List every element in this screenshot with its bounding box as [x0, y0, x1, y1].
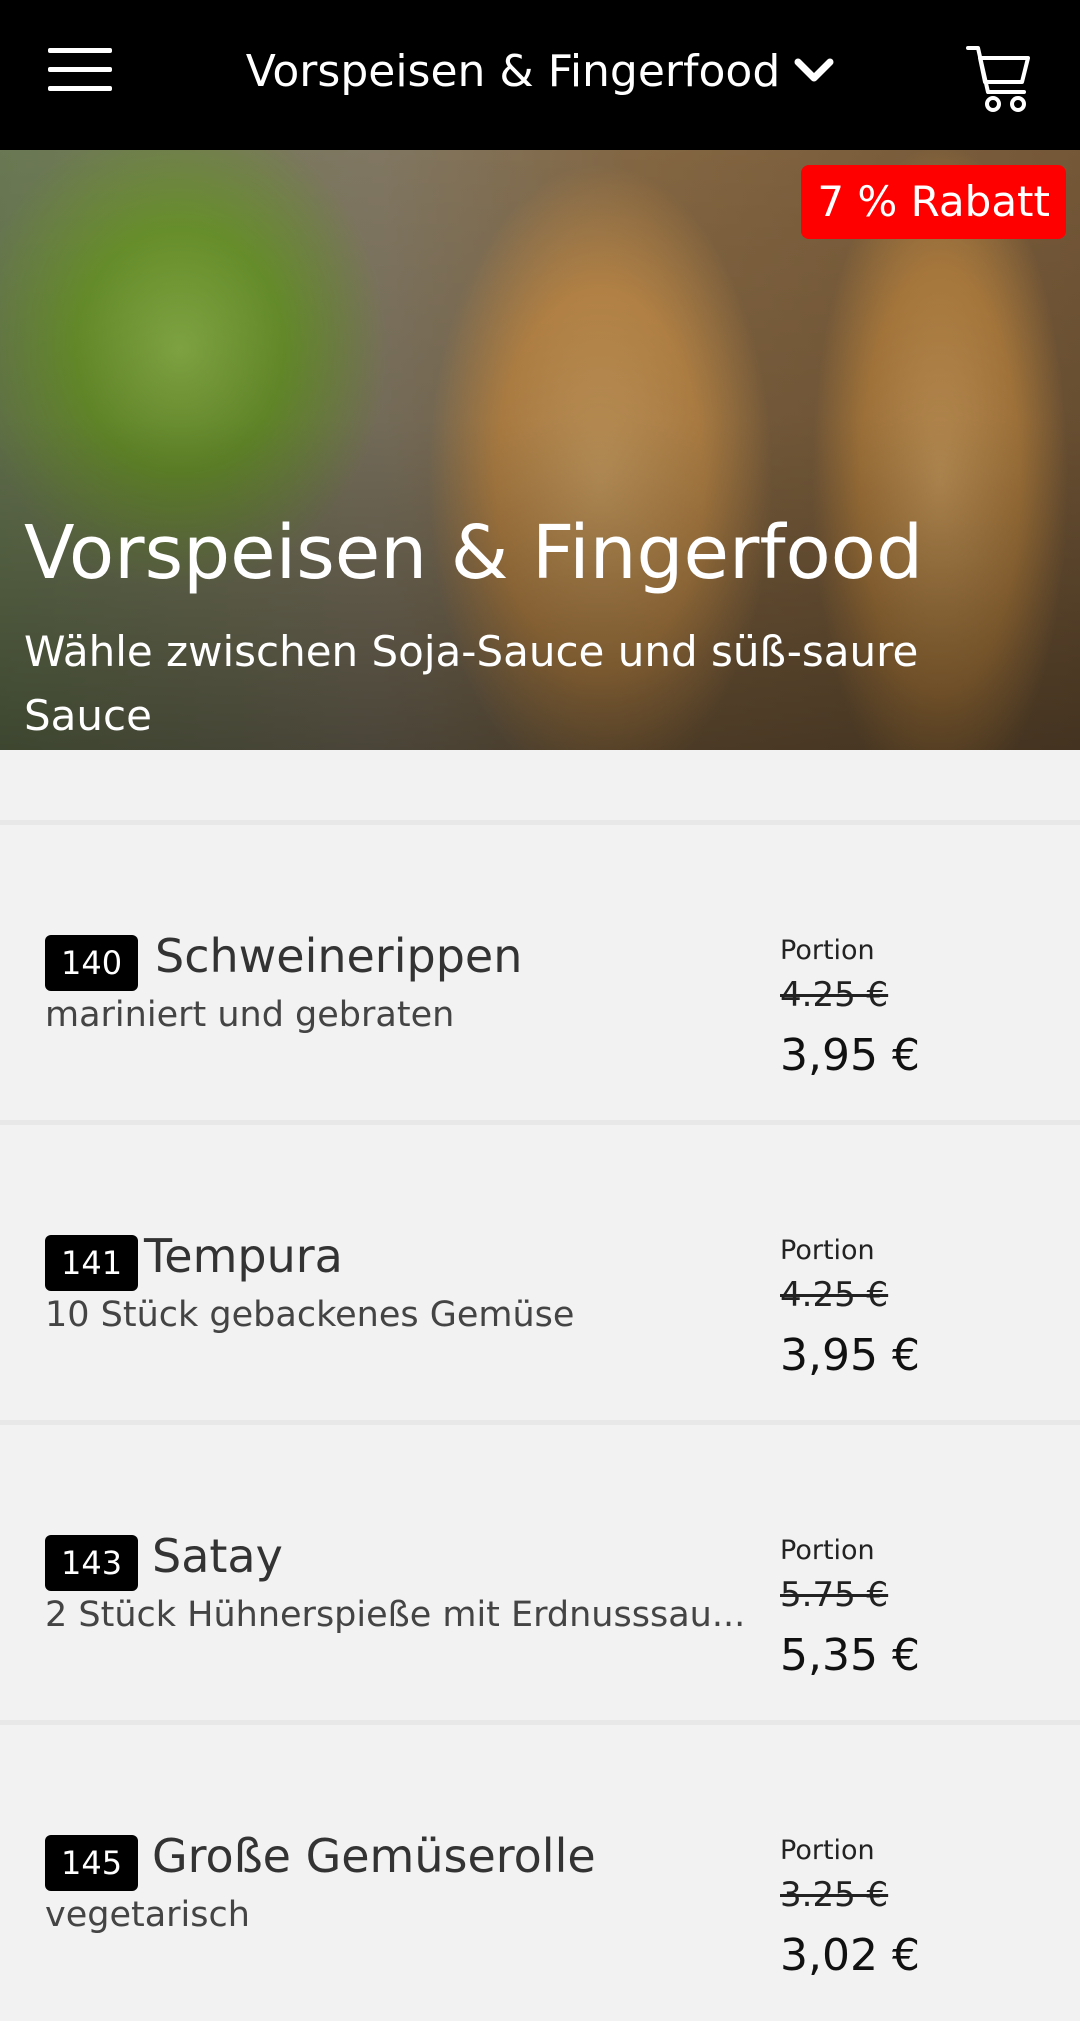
- portion-label: Portion: [780, 1535, 875, 1566]
- category-dropdown[interactable]: Vorspeisen & Fingerfood: [230, 36, 850, 106]
- chevron-down-icon: [794, 58, 834, 82]
- discount-badge: 7 % Rabatt: [801, 165, 1066, 239]
- discounted-price: 5,35 €: [780, 1630, 920, 1681]
- item-number-badge: 140: [45, 935, 139, 991]
- item-name: Tempura: [144, 1229, 343, 1283]
- shopping-cart-icon-graphic: [966, 46, 1030, 112]
- original-price: 4.25 €: [780, 975, 889, 1015]
- portion-label: Portion: [780, 935, 875, 966]
- item-description: vegetarisch: [45, 1895, 250, 1935]
- menu-item[interactable]: 140 Schweinerippen mariniert und gebrate…: [0, 820, 1080, 1121]
- original-price: 4.25 €: [780, 1275, 889, 1315]
- discounted-price: 3,95 €: [780, 1030, 920, 1081]
- portion-label: Portion: [780, 1835, 875, 1866]
- app-header: Vorspeisen & Fingerfood: [0, 0, 1080, 150]
- menu-item[interactable]: 141 Tempura 10 Stück gebackenes Gemüse P…: [0, 1120, 1080, 1421]
- item-description: 10 Stück gebackenes Gemüse: [45, 1295, 575, 1335]
- discounted-price: 3,02 €: [780, 1930, 920, 1981]
- item-number-badge: 141: [45, 1235, 139, 1291]
- item-description: mariniert und gebraten: [45, 995, 455, 1035]
- portion-label: Portion: [780, 1235, 875, 1266]
- menu-line: [48, 48, 112, 53]
- menu-line: [48, 67, 112, 72]
- menu-line: [48, 86, 112, 91]
- hamburger-menu-icon[interactable]: [48, 48, 112, 92]
- original-price: 5.75 €: [780, 1575, 889, 1615]
- discounted-price: 3,95 €: [780, 1330, 920, 1381]
- item-number-badge: 145: [45, 1835, 139, 1891]
- item-name: Große Gemüserolle: [152, 1829, 596, 1883]
- menu-item[interactable]: 145 Große Gemüserolle vegetarisch Portio…: [0, 1720, 1080, 2021]
- item-name: Schweinerippen: [155, 929, 523, 983]
- shopping-cart-icon[interactable]: [966, 44, 1032, 114]
- category-subtitle: Wähle zwischen Soja-Sauce und süß-saure …: [24, 627, 919, 740]
- item-description: 2 Stück Hühnerspieße mit Erdnusssau...: [45, 1595, 746, 1635]
- original-price: 3.25 €: [780, 1875, 889, 1915]
- menu-item[interactable]: 143 Satay 2 Stück Hühnerspieße mit Erdnu…: [0, 1420, 1080, 1721]
- item-name: Satay: [152, 1529, 283, 1583]
- category-title: Vorspeisen & Fingerfood: [24, 510, 924, 596]
- category-dropdown-label: Vorspeisen & Fingerfood: [245, 45, 781, 97]
- item-number-badge: 143: [45, 1535, 139, 1591]
